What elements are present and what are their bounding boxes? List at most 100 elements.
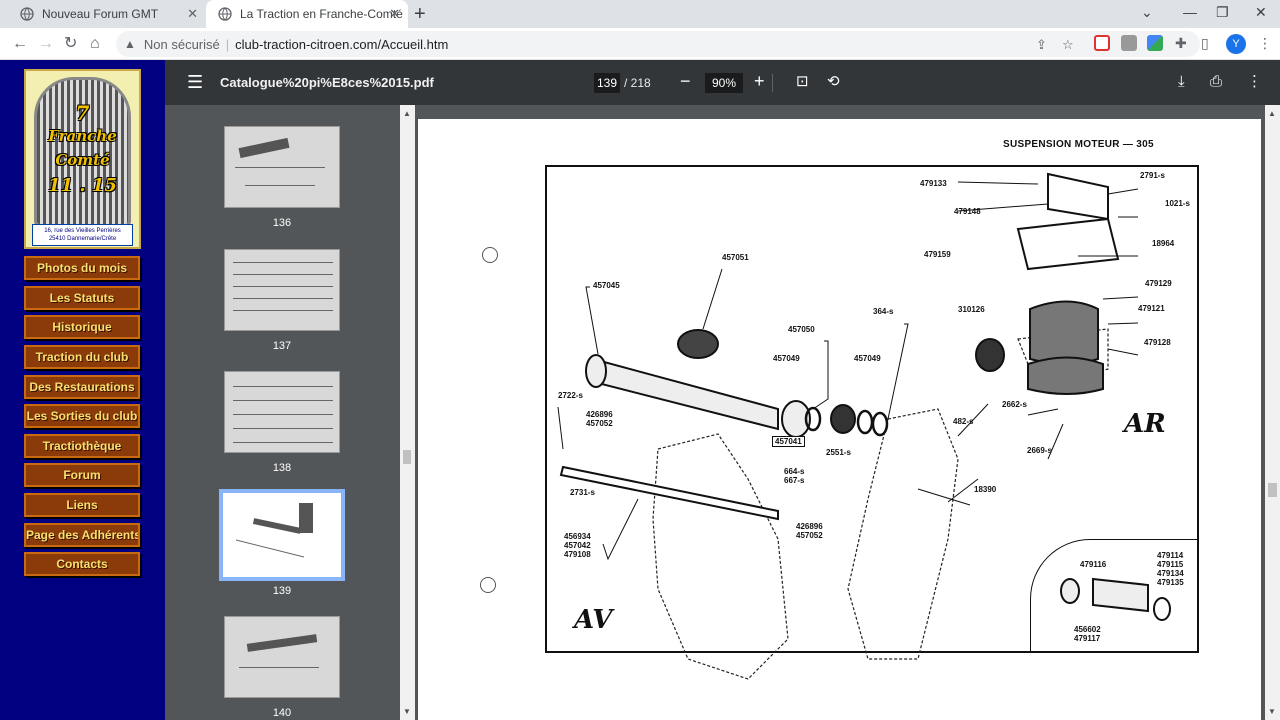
menu-les-sorties-du-club[interactable]: Les Sorties du club (24, 404, 140, 428)
part-label: 479159 (924, 250, 951, 259)
print-icon[interactable]: ⎙ (1210, 74, 1222, 90)
page-number-input[interactable]: 139 (594, 73, 620, 93)
menu-forum[interactable]: Forum (24, 463, 140, 487)
logo-line-4: 11 . 15 (48, 175, 117, 196)
part-label: 457051 (722, 253, 749, 262)
thumb-line (233, 286, 333, 287)
zoom-in-icon[interactable]: + (754, 71, 765, 91)
download-icon[interactable]: ⤓ (1178, 74, 1185, 90)
part-label: 479135 (1157, 578, 1184, 587)
part-label: 667-s (784, 476, 805, 485)
menu-kebab-icon[interactable]: ⋮ (1258, 35, 1272, 52)
part-label: 2669-s (1027, 446, 1052, 455)
back-icon[interactable]: ← (12, 34, 28, 54)
home-icon[interactable]: ⌂ (90, 34, 100, 54)
browser-toolbar: ← → ↻ ⌂ ▲ Non sécurisé | club-traction-c… (0, 28, 1280, 60)
url-text[interactable]: club-traction-citroen.com/Accueil.htm (235, 37, 448, 52)
menu-historique[interactable]: Historique (24, 315, 140, 339)
part-label: 457049 (773, 354, 800, 363)
thumbnail-scrollbar[interactable]: ▲ ▼ (400, 105, 415, 720)
zoom-input[interactable]: 90% (705, 73, 743, 93)
thumbnail-page-138[interactable] (224, 371, 340, 453)
thumbnail-page-136[interactable] (224, 126, 340, 208)
thumb-line (233, 442, 333, 443)
tab-search-icon[interactable]: ⌄ (1141, 4, 1153, 21)
menu-contacts[interactable]: Contacts (24, 552, 140, 576)
pdf-viewer: SUSPENSION MOTEUR — 305 AV AR 479133 279… (415, 105, 1265, 720)
scrollbar-thumb[interactable] (403, 450, 411, 464)
extension-pdf-icon[interactable] (1121, 35, 1137, 51)
scroll-down-icon[interactable]: ▼ (1268, 707, 1276, 716)
part-label: 2791-s (1140, 171, 1165, 180)
omnibox-divider: | (225, 36, 230, 52)
scroll-up-icon[interactable]: ▲ (403, 109, 411, 118)
tab-forum[interactable]: Nouveau Forum GMT ✕ (8, 0, 206, 28)
club-logo[interactable]: 7 Franche Comté 11 . 15 16, rue des Viei… (24, 69, 141, 249)
part-label: 1021-s (1165, 199, 1190, 208)
side-panel-icon[interactable]: ▯ (1201, 35, 1209, 52)
close-tab-icon[interactable]: ✕ (187, 7, 198, 21)
thumb-drawing (252, 518, 302, 534)
thumb-line (233, 400, 333, 401)
toolbar-divider (772, 74, 773, 92)
new-tab-icon[interactable]: + (414, 4, 426, 24)
part-label: 18390 (974, 485, 997, 494)
logo-line-1: 7 (75, 101, 90, 125)
warning-icon[interactable]: ▲ (124, 37, 136, 51)
scrollbar-thumb[interactable] (1268, 483, 1277, 497)
forward-icon[interactable]: → (38, 34, 54, 54)
rotate-icon[interactable]: ⟲ (827, 74, 840, 90)
extension-shield-icon[interactable] (1094, 35, 1110, 51)
profile-avatar[interactable]: Y (1226, 34, 1246, 54)
bookmark-star-icon[interactable]: ☆ (1062, 37, 1074, 53)
sidebar-toggle-icon[interactable]: ☰ (187, 73, 203, 91)
thumbnail-label: 137 (272, 340, 292, 352)
thumbnail-page-139[interactable] (219, 489, 345, 581)
extensions-puzzle-icon[interactable]: ✚ (1175, 35, 1187, 52)
thumb-drawing (299, 503, 313, 533)
menu-des-restaurations[interactable]: Des Restaurations (24, 375, 140, 399)
security-label[interactable]: Non sécurisé (144, 37, 220, 52)
part-label: 456934 (564, 532, 591, 541)
browser-tab-strip: Nouveau Forum GMT ✕ La Traction en Franc… (0, 0, 1280, 28)
pdf-filename: Catalogue%20pi%E8ces%2015.pdf (220, 75, 434, 90)
close-tab-icon[interactable]: ✕ (389, 7, 400, 21)
menu-traction-du-club[interactable]: Traction du club (24, 345, 140, 369)
close-window-icon[interactable]: ✕ (1255, 4, 1267, 21)
part-label: 479148 (954, 207, 981, 216)
thumbnail-label: 136 (272, 217, 292, 229)
pdf-page: SUSPENSION MOTEUR — 305 AV AR 479133 279… (418, 119, 1261, 720)
viewer-scrollbar[interactable]: ▲ ▼ (1265, 105, 1280, 720)
thumb-line (233, 428, 333, 429)
club-address: 16, rue des Vieilles Perrières 25410 Dan… (32, 224, 133, 246)
maximize-icon[interactable]: ❐ (1216, 4, 1229, 21)
zoom-out-icon[interactable]: − (680, 71, 691, 91)
part-label: 479114 (1157, 551, 1184, 560)
thumb-line (245, 185, 315, 186)
thumbnail-page-137[interactable] (224, 249, 340, 331)
tab-traction[interactable]: La Traction en Franche-Comté ✕ (206, 0, 408, 28)
thumbnail-page-140[interactable] (224, 616, 340, 698)
tab-title: La Traction en Franche-Comté (240, 7, 403, 21)
more-options-icon[interactable]: ⋮ (1247, 74, 1262, 90)
menu-tractiotheque[interactable]: Tractiothèque (24, 434, 140, 458)
minimize-icon[interactable]: — (1183, 4, 1197, 20)
scroll-down-icon[interactable]: ▼ (403, 707, 411, 716)
menu-photos-du-mois[interactable]: Photos du mois (24, 256, 140, 280)
thumb-line (233, 262, 333, 263)
menu-liens[interactable]: Liens (24, 493, 140, 517)
part-label: 2731-s (570, 488, 595, 497)
part-label: 479115 (1157, 560, 1184, 569)
part-label: 479129 (1145, 279, 1172, 288)
part-label: 456602 (1074, 625, 1101, 634)
reload-icon[interactable]: ↻ (64, 34, 77, 54)
menu-page-des-adherents[interactable]: Page des Adhérents (24, 523, 140, 547)
menu-les-statuts[interactable]: Les Statuts (24, 286, 140, 310)
thumbnail-label: 140 (272, 707, 292, 719)
thumb-line (233, 414, 333, 415)
scroll-up-icon[interactable]: ▲ (1268, 109, 1276, 118)
label-front: AV (574, 605, 613, 635)
fit-page-icon[interactable]: ⊡ (796, 74, 809, 90)
extension-google-icon[interactable] (1147, 35, 1163, 51)
share-icon[interactable]: ⇪ (1036, 37, 1047, 53)
